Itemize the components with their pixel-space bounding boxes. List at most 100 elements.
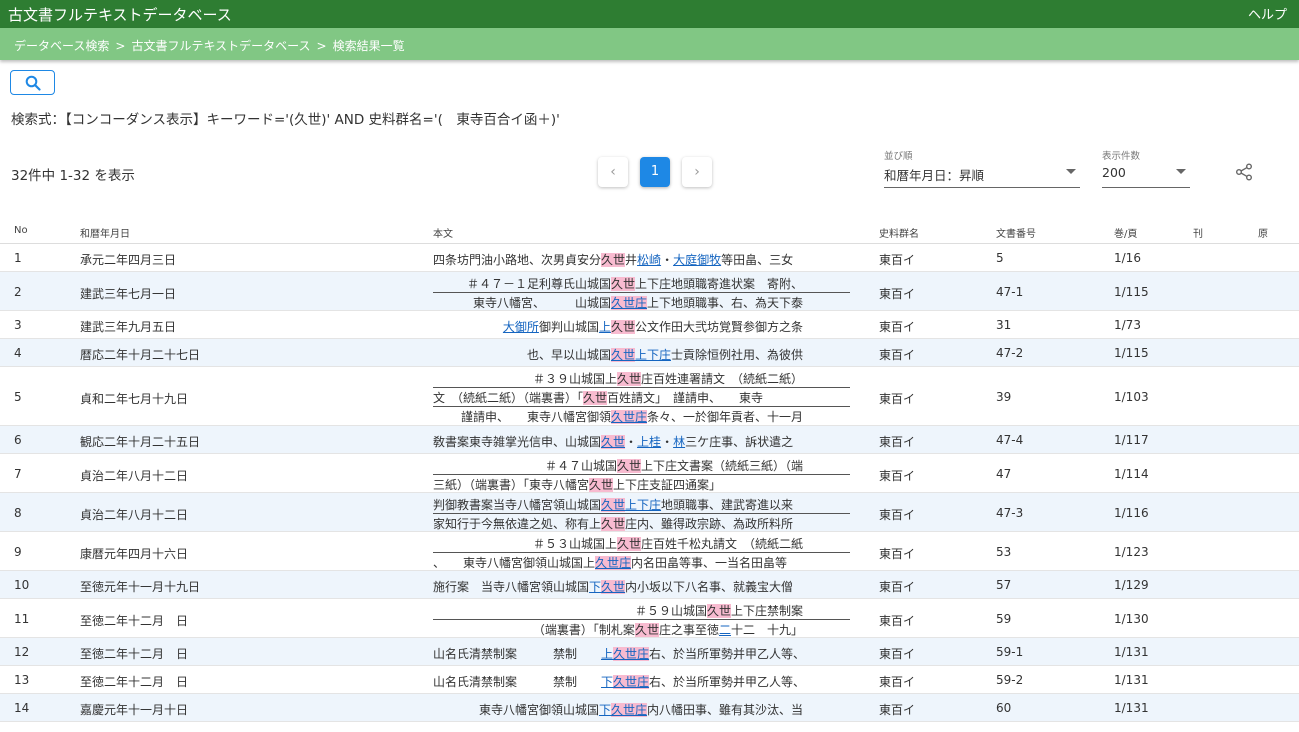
- cell-date: 承元二年四月三日: [80, 253, 177, 267]
- place-link[interactable]: 二: [719, 623, 731, 637]
- text-segment: ・: [661, 435, 674, 449]
- table-row[interactable]: 4 暦応二年十月二十七日 東百イ 47-2 1/115 也、早以山城国久世上下庄士貢除恒例…: [0, 339, 1299, 367]
- pager-next-button[interactable]: ›: [682, 157, 712, 187]
- place-link[interactable]: 下: [589, 580, 601, 594]
- keyword-highlight: 久世: [616, 459, 641, 473]
- table-row[interactable]: 6 観応二年十月二十五日 東百イ 47-4 1/117 敎書案東寺雑掌光信申、山城国久世・…: [0, 426, 1299, 454]
- per-page-select[interactable]: 表示件数 200: [1102, 148, 1190, 188]
- place-link[interactable]: 上: [599, 320, 611, 334]
- place-link[interactable]: 上: [601, 647, 613, 661]
- text-segment: 百姓請文」 謹請申、 東寺: [607, 391, 764, 405]
- place-link[interactable]: 林: [673, 435, 685, 449]
- keyword-link[interactable]: 久世: [610, 348, 635, 362]
- keyword-link[interactable]: 久世: [601, 580, 626, 594]
- table-row[interactable]: 11 至徳二年十二月 日東百イ 59 1/130 ＃５９山城国久世上下庄禁制案 （端裏書）…: [0, 599, 1299, 638]
- place-link[interactable]: 大御所: [503, 320, 539, 334]
- cell-text: 敎書案東寺雑掌光信申、山城国久世・上桂・林三ケ庄事、訴状遣之: [433, 426, 850, 454]
- table-row[interactable]: 7 貞治二年八月十二日 東百イ 47 1/114 ＃４７山城国久世上下庄文書案（続紙三紙）…: [0, 454, 1299, 493]
- table-row[interactable]: 3 建武三年九月五日 東百イ 31 1/73 大御所御判山城国上久世公文作田大弐坊覚賢参御…: [0, 311, 1299, 339]
- text-segment: 内名田畠等事、一当名田畠等: [631, 556, 788, 570]
- cell-no: 12: [14, 645, 30, 659]
- cell-date: 至徳二年十二月 日: [80, 675, 189, 689]
- text-line: ＃４７山城国久世上下庄文書案（続紙三紙）（端: [545, 457, 803, 474]
- app-title[interactable]: 古文書フルテキストデータベース: [8, 4, 232, 25]
- cell-date: 康暦元年四月十六日: [80, 547, 189, 561]
- text-segment: ＃３９山城国上: [532, 372, 617, 386]
- keyword-highlight: 久世: [610, 277, 635, 291]
- col-no[interactable]: No: [14, 225, 28, 236]
- keyword-link[interactable]: 久世庄: [610, 703, 647, 717]
- col-docno[interactable]: 文書番号: [996, 225, 1036, 240]
- cell-page: 1/73: [1114, 318, 1141, 332]
- text-line: 東寺八幡宮御領山城国下久世庄内八幡田事、雖有其沙汰、当: [479, 701, 803, 718]
- cell-docno: 47-3: [996, 506, 1024, 520]
- table-row[interactable]: 14 嘉慶元年十一月十日 東百イ 60 1/131 東寺八幡宮御領山城国下久世庄内八幡田事…: [0, 694, 1299, 722]
- text-segment: 山名氏清禁制案 禁制: [433, 675, 602, 689]
- cell-docno: 39: [996, 390, 1012, 404]
- keyword-link[interactable]: 久世: [601, 498, 626, 512]
- text-segment: ＃５３山城国上: [532, 537, 617, 551]
- keyword-highlight: 久世: [634, 623, 659, 637]
- breadcrumb-db-search[interactable]: データベース検索: [14, 39, 109, 53]
- text-segment: ＃４７山城国: [544, 459, 617, 473]
- breadcrumb-fulltext-db[interactable]: 古文書フルテキストデータベース: [131, 39, 310, 53]
- cell-docno: 59-1: [996, 645, 1024, 659]
- keyword-link[interactable]: 久世: [601, 435, 626, 449]
- place-link[interactable]: 松崎: [637, 253, 661, 267]
- table-row[interactable]: 12 至徳二年十二月 日 東百イ 59-1 1/131 山名氏清禁制案 禁制 上久世庄右、…: [0, 638, 1299, 666]
- text-segment: 東寺八幡宮、 山城国: [472, 296, 611, 310]
- place-link[interactable]: 下: [601, 675, 613, 689]
- text-segment: 四条坊門油小路地、次男貞安分: [433, 253, 602, 267]
- col-published[interactable]: 刊: [1193, 225, 1203, 240]
- text-line: 也、早以山城国久世上下庄士貢除恒例社用、為彼供: [527, 346, 803, 363]
- place-link[interactable]: 大庭御牧: [673, 253, 721, 267]
- chevron-down-icon: [1066, 169, 1076, 174]
- cell-page: 1/131: [1114, 701, 1149, 715]
- text-segment: 内小坂以下八名事、就義宝大僧: [625, 580, 794, 594]
- place-link[interactable]: 下: [599, 703, 611, 717]
- cell-page: 1/103: [1114, 390, 1149, 404]
- table-row[interactable]: 10 至徳元年十一月十九日 東百イ 57 1/129 施行案 当寺八幡宮領山城国下久世内小…: [0, 571, 1299, 599]
- cell-docno: 59: [996, 612, 1012, 626]
- table-row[interactable]: 2 建武三年七月一日 東百イ 47-1 1/115 ＃４７－１足利尊氏山城国久世上下庄地頭…: [0, 272, 1299, 311]
- text-line: 判御教書案当寺八幡宮領山城国久世上下庄地頭職事、建武寄進以来: [433, 496, 793, 513]
- cell-docno: 47-4: [996, 433, 1024, 447]
- text-line: 山名氏清禁制案 禁制 上久世庄右、於当所軍勢并甲乙人等、: [433, 645, 805, 662]
- cell-docno: 57: [996, 578, 1012, 592]
- place-link[interactable]: 上桂: [637, 435, 661, 449]
- table-row[interactable]: 9 康暦元年四月十六日 東百イ 53 1/123 ＃５３山城国上久世庄百姓千松丸請文 （続…: [0, 532, 1299, 571]
- cell-date: 観応二年十月二十五日: [80, 435, 201, 449]
- table-row[interactable]: 13 至徳二年十二月 日 東百イ 59-2 1/131 山名氏清禁制案 禁制 下久世庄右、…: [0, 666, 1299, 694]
- keyword-link[interactable]: 久世庄: [613, 675, 650, 689]
- help-link[interactable]: ヘルプ: [1248, 4, 1287, 23]
- place-link[interactable]: 上下庄: [635, 348, 671, 362]
- col-original[interactable]: 原: [1258, 225, 1268, 240]
- cell-no: 13: [14, 673, 30, 687]
- pager-current-page[interactable]: 1: [640, 157, 670, 187]
- col-page[interactable]: 巻/頁: [1114, 225, 1137, 240]
- table-row[interactable]: 5 貞和二年七月十九日 東百イ 39 1/103 ＃３９山城国上久世庄百姓連署請文 （続紙…: [0, 367, 1299, 426]
- col-group[interactable]: 史料群名: [879, 225, 919, 240]
- keyword-link[interactable]: 久世庄: [613, 647, 650, 661]
- text-segment: 御判山城国: [538, 320, 599, 334]
- share-icon[interactable]: [1235, 163, 1253, 181]
- sort-select[interactable]: 並び順 和暦年月日：昇順: [884, 148, 1080, 188]
- keyword-link[interactable]: 久世庄: [595, 556, 632, 570]
- place-link[interactable]: 上下庄: [625, 498, 661, 512]
- pager-prev-button[interactable]: ‹: [598, 157, 628, 187]
- keyword-link[interactable]: 久世庄: [610, 410, 647, 424]
- table-row[interactable]: 8 貞治二年八月十二日 東百イ 47-3 1/116 判御教書案当寺八幡宮領山城国久世上下…: [0, 493, 1299, 532]
- sort-label: 並び順: [884, 151, 913, 162]
- table-row[interactable]: 1 承元二年四月三日 東百イ 5 1/16 四条坊門油小路地、次男貞安分久世井松崎・大庭御…: [0, 244, 1299, 272]
- text-segment: 謹請申、 東寺八幡宮御領: [460, 410, 611, 424]
- text-segment: 上下庄支証四通案」: [613, 478, 722, 492]
- cell-group: 東百イ: [879, 392, 916, 406]
- search-button[interactable]: [10, 70, 55, 95]
- col-text[interactable]: 本文: [433, 225, 453, 240]
- cell-group: 東百イ: [879, 614, 916, 628]
- cell-no: 6: [14, 433, 22, 447]
- text-segment: 判御教書案当寺八幡宮領山城国: [433, 498, 602, 512]
- col-date[interactable]: 和暦年月日: [80, 225, 130, 240]
- chevron-down-icon: [1176, 169, 1186, 174]
- keyword-link[interactable]: 久世庄: [610, 296, 647, 310]
